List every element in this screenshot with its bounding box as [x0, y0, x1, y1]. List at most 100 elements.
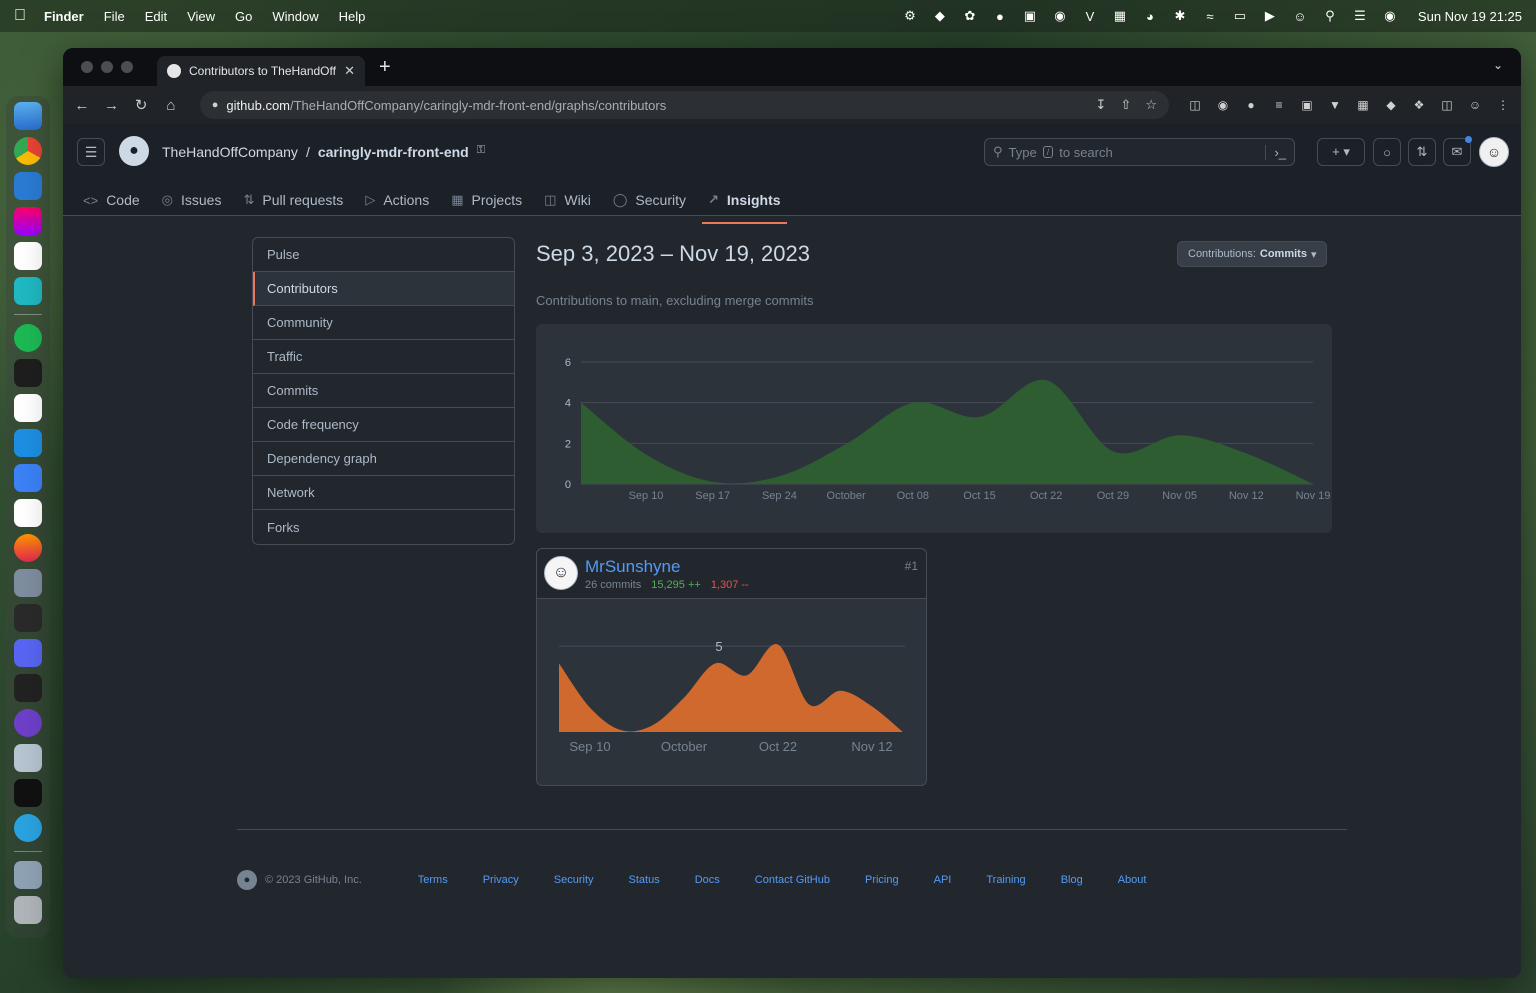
telegram-icon[interactable]: [14, 814, 42, 842]
footer-link-status[interactable]: Status: [629, 874, 660, 886]
paw-icon[interactable]: ●: [992, 9, 1008, 24]
close-tab-icon[interactable]: ✕: [344, 63, 355, 79]
pull-requests-icon[interactable]: ⇅: [1408, 138, 1436, 166]
tab-issues[interactable]: ◎ Issues: [162, 184, 222, 216]
site-info-icon[interactable]: ●: [212, 99, 219, 111]
tab-wiki[interactable]: ◫ Wiki: [544, 184, 591, 216]
menu-clock[interactable]: Sun Nov 19 21:25: [1418, 9, 1522, 24]
github-desktop-icon[interactable]: [14, 709, 42, 737]
vim-icon[interactable]: V: [1082, 9, 1098, 24]
vscode-icon[interactable]: [14, 172, 42, 200]
terminal-icon[interactable]: [14, 779, 42, 807]
tab-insights[interactable]: ↗ Insights: [702, 184, 787, 224]
user-icon[interactable]: ☺: [1292, 9, 1308, 24]
menu-go[interactable]: Go: [235, 9, 252, 24]
new-tab-button[interactable]: +: [379, 56, 391, 79]
menu-item-forks[interactable]: Forks: [253, 510, 514, 544]
home-icon[interactable]: ⌂: [162, 97, 180, 114]
siri-icon[interactable]: ◉: [1382, 8, 1398, 23]
share-icon[interactable]: ⇧: [1120, 97, 1131, 113]
hamburger-menu-icon[interactable]: ☰: [77, 138, 105, 166]
issues-icon[interactable]: ○: [1373, 138, 1401, 166]
app-icon[interactable]: [14, 464, 42, 492]
tab-security[interactable]: ◯ Security: [613, 184, 686, 216]
search-icon[interactable]: ⚲: [1322, 8, 1338, 23]
calendar-icon[interactable]: [14, 242, 42, 270]
status-app-icon[interactable]: ◉: [1052, 8, 1068, 23]
menu-view[interactable]: View: [187, 9, 215, 24]
minimize-window-button[interactable]: [101, 61, 113, 73]
repo-link[interactable]: caringly-mdr-front-end: [318, 144, 469, 160]
preview-icon[interactable]: [14, 861, 42, 889]
slack-icon[interactable]: [14, 499, 42, 527]
bluetooth-icon[interactable]: ✱: [1172, 8, 1188, 23]
menu-edit[interactable]: Edit: [145, 9, 167, 24]
footer-link-about[interactable]: About: [1118, 874, 1147, 886]
footer-link-security[interactable]: Security: [554, 874, 594, 886]
profile-avatar-icon[interactable]: ☺: [1467, 97, 1483, 113]
user-avatar[interactable]: ☺: [1479, 137, 1509, 167]
github-logo-icon[interactable]: ●: [119, 136, 149, 166]
apple-icon[interactable]: : [14, 7, 26, 25]
footer-link-blog[interactable]: Blog: [1061, 874, 1083, 886]
menu-item-contributors[interactable]: Contributors: [253, 272, 514, 306]
tab-search-chevron-icon[interactable]: ⌄: [1493, 58, 1503, 72]
play-icon[interactable]: ▶: [1262, 8, 1278, 23]
chrome-icon[interactable]: [14, 137, 42, 165]
extension-icon[interactable]: ▣: [1299, 97, 1315, 113]
forward-arrow-icon[interactable]: →: [103, 97, 121, 114]
menu-file[interactable]: File: [104, 9, 125, 24]
tab-code[interactable]: <> Code: [83, 184, 140, 216]
puzzle-icon[interactable]: ❖: [1411, 97, 1427, 113]
menu-item-network[interactable]: Network: [253, 476, 514, 510]
menu-app-name[interactable]: Finder: [44, 9, 84, 24]
spotify-icon[interactable]: [14, 324, 42, 352]
contributions-dropdown[interactable]: Contributions: Commits ▾: [1177, 241, 1328, 267]
wifi-icon[interactable]: ≈: [1202, 9, 1218, 24]
extension-icon[interactable]: ●: [1243, 97, 1259, 113]
footer-link-pricing[interactable]: Pricing: [865, 874, 899, 886]
footer-link-docs[interactable]: Docs: [695, 874, 720, 886]
footer-link-api[interactable]: API: [934, 874, 952, 886]
status-app-icon[interactable]: ▦: [1112, 8, 1128, 23]
menu-item-commits[interactable]: Commits: [253, 374, 514, 408]
browser-tab[interactable]: Contributors to TheHandOffCompany ✕: [157, 56, 365, 86]
activity-monitor-icon[interactable]: [14, 674, 42, 702]
menu-item-community[interactable]: Community: [253, 306, 514, 340]
close-window-button[interactable]: [81, 61, 93, 73]
reload-icon[interactable]: ↻: [132, 96, 150, 114]
battery-icon[interactable]: ▭: [1232, 8, 1248, 23]
footer-link-terms[interactable]: Terms: [418, 874, 448, 886]
menu-help[interactable]: Help: [339, 9, 366, 24]
search-input[interactable]: ⚲ Type / to search ›_: [984, 138, 1295, 166]
extension-icon[interactable]: ▦: [1355, 97, 1371, 113]
extension-icon[interactable]: ◉: [1215, 97, 1231, 113]
status-app-icon[interactable]: ✿: [962, 8, 978, 23]
vue-devtools-icon[interactable]: ▼: [1327, 97, 1343, 113]
footer-link-training[interactable]: Training: [986, 874, 1025, 886]
app-icon[interactable]: [14, 207, 42, 235]
menu-item-traffic[interactable]: Traffic: [253, 340, 514, 374]
tab-pull-requests[interactable]: ⇅ Pull requests: [243, 184, 343, 216]
firefox-icon[interactable]: [14, 534, 42, 562]
sidebar-toggle-icon[interactable]: ◫: [1439, 97, 1455, 113]
status-app-icon[interactable]: ◕: [1142, 9, 1158, 24]
owner-link[interactable]: TheHandOffCompany: [162, 144, 298, 160]
control-center-icon[interactable]: ☰: [1352, 8, 1368, 23]
docker-icon[interactable]: [14, 429, 42, 457]
menu-item-dependency-graph[interactable]: Dependency graph: [253, 442, 514, 476]
finder-icon[interactable]: [14, 102, 42, 130]
tab-actions[interactable]: ▷ Actions: [365, 184, 429, 216]
tab-projects[interactable]: ▦ Projects: [451, 184, 522, 216]
bookmark-star-icon[interactable]: ☆: [1145, 97, 1157, 113]
footer-link-privacy[interactable]: Privacy: [483, 874, 519, 886]
menu-window[interactable]: Window: [272, 9, 318, 24]
notion-icon[interactable]: [14, 394, 42, 422]
app-icon[interactable]: [14, 744, 42, 772]
extension-icon[interactable]: ◆: [1383, 97, 1399, 113]
github-logo-icon[interactable]: ●: [237, 870, 257, 890]
back-arrow-icon[interactable]: ←: [73, 97, 91, 114]
more-menu-icon[interactable]: ⋮: [1495, 97, 1511, 113]
status-app-icon[interactable]: ⚙: [902, 8, 918, 23]
app-icon[interactable]: [14, 569, 42, 597]
